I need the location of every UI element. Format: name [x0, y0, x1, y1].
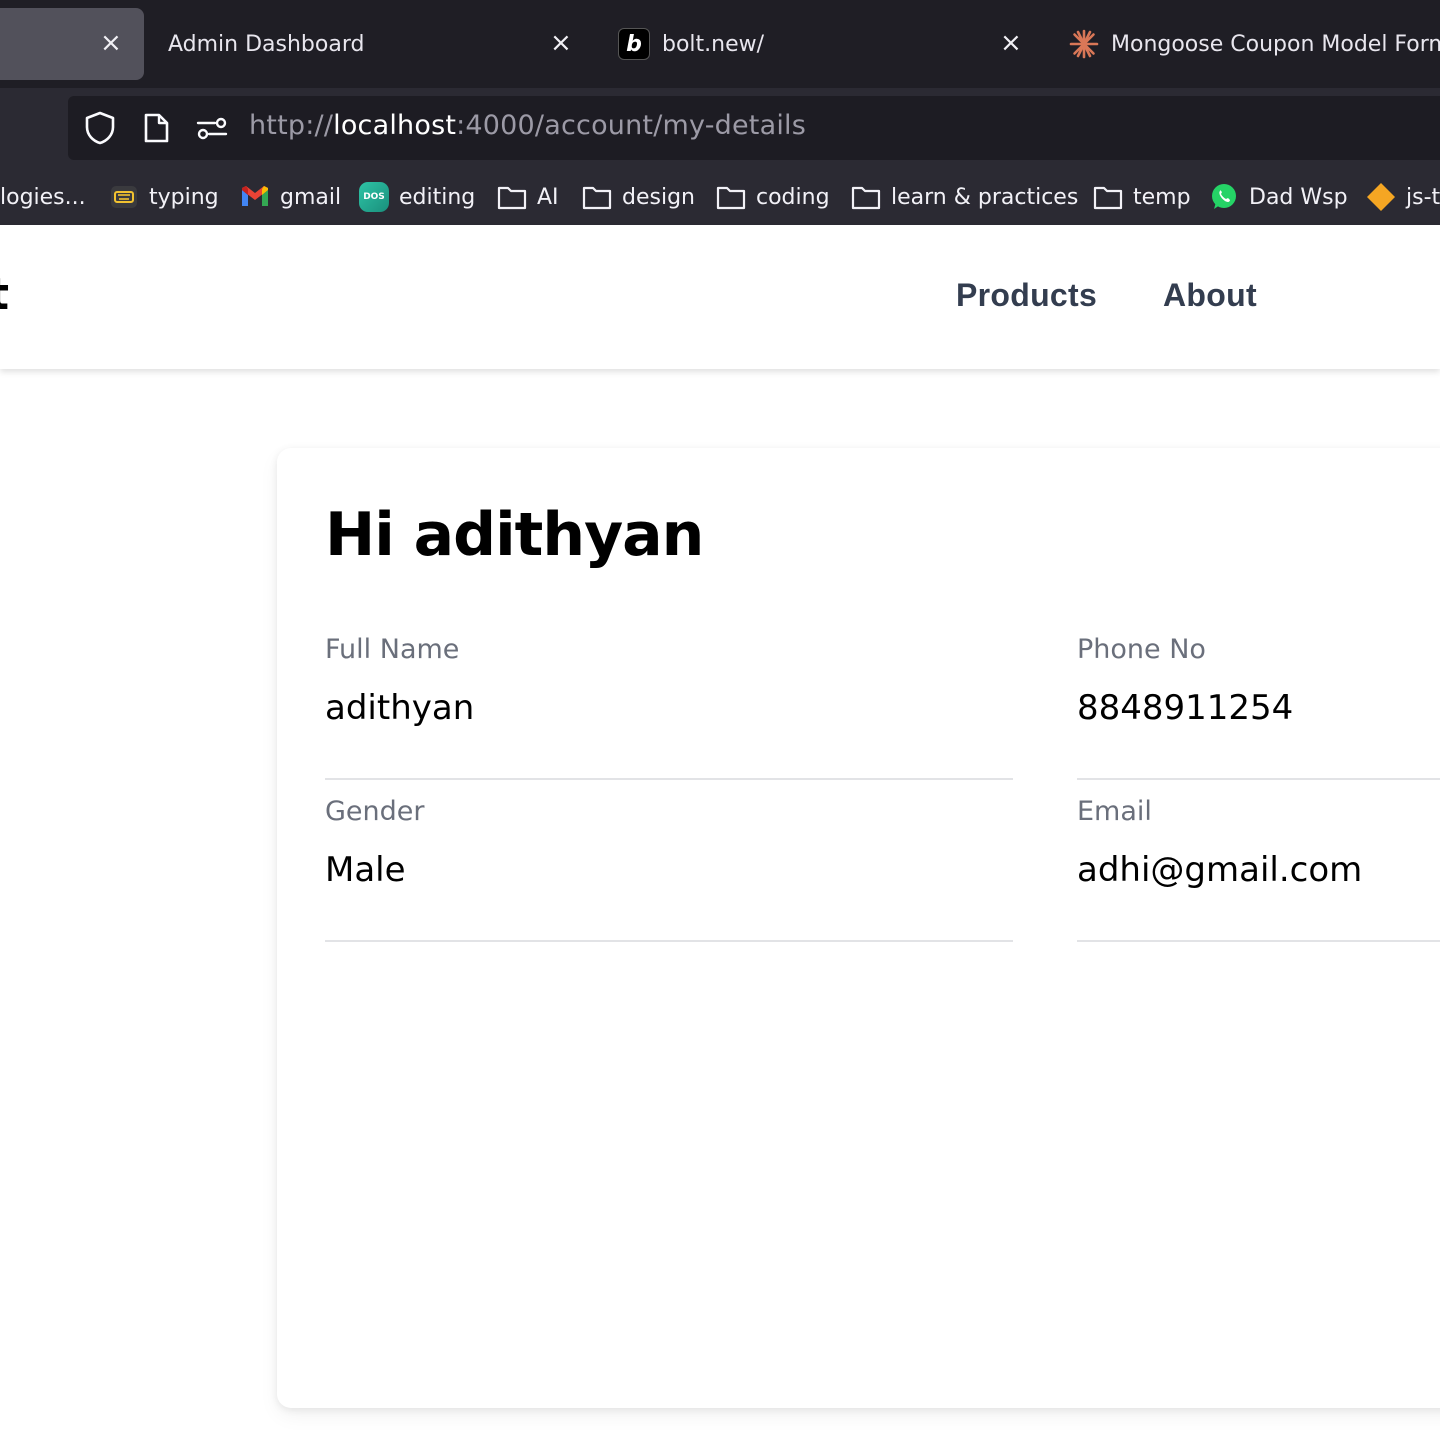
email-field: Email adhi@gmail.com — [1077, 796, 1440, 942]
bookmark-label: Dad Wsp — [1249, 184, 1348, 210]
tab-title: Admin Dashboard — [168, 31, 365, 57]
claude-favicon-icon — [1068, 28, 1100, 60]
email-label: Email — [1077, 796, 1152, 827]
full-name-label: Full Name — [325, 634, 460, 665]
bookmark-dad-wsp[interactable]: Dad Wsp — [1209, 180, 1348, 214]
dos-icon: DOS — [359, 182, 389, 212]
bolt-favicon-icon: b — [618, 28, 650, 60]
bookmark-folder-coding[interactable]: coding — [716, 180, 830, 214]
tab-bolt[interactable]: b bolt.new/ × — [618, 8, 1038, 80]
whatsapp-icon — [1209, 182, 1239, 212]
email-value: adhi@gmail.com — [1077, 850, 1363, 890]
gender-label: Gender — [325, 796, 425, 827]
url-text[interactable]: http://localhost:4000/account/my-details — [249, 110, 806, 141]
close-tab-icon[interactable]: × — [550, 30, 572, 56]
tab-mongoose-coupon[interactable]: Mongoose Coupon Model Form — [1068, 8, 1440, 80]
url-bar[interactable]: http://localhost:4000/account/my-details — [68, 96, 1440, 160]
folder-icon — [497, 182, 527, 212]
folder-icon — [582, 182, 612, 212]
folder-icon — [851, 182, 881, 212]
full-name-value: adithyan — [325, 688, 475, 728]
phone-field: Phone No 8848911254 — [1077, 634, 1440, 780]
bookmark-folder-learn[interactable]: learn & practices — [851, 180, 1078, 214]
bookmark-js[interactable]: js-t — [1366, 180, 1440, 214]
folder-icon — [716, 182, 746, 212]
nav-about-link[interactable]: About — [1163, 277, 1257, 314]
page-icon[interactable] — [138, 110, 174, 146]
nav-products-link[interactable]: Products — [956, 277, 1097, 314]
gender-field: Gender Male — [325, 796, 1013, 942]
tab-bar: × Admin Dashboard × b bolt.new/ × Mongoo… — [0, 0, 1440, 88]
bookmark-technologies[interactable]: logies... — [0, 180, 86, 214]
bookmarks-bar: logies... typing gmail DOS editing AI de… — [0, 168, 1440, 225]
bookmark-label: learn & practices — [891, 184, 1079, 210]
bookmark-label: coding — [756, 184, 830, 210]
bookmark-label: typing — [149, 184, 219, 210]
bookmark-label: logies... — [0, 184, 86, 210]
url-scheme: http:// — [249, 110, 334, 141]
bookmark-label: gmail — [280, 184, 342, 210]
bookmark-label: js-t — [1406, 184, 1440, 210]
url-host: localhost — [333, 110, 457, 141]
close-tab-icon[interactable]: × — [1000, 30, 1022, 56]
keyboard-icon — [109, 182, 139, 212]
permissions-icon[interactable] — [194, 110, 230, 146]
gmail-icon — [240, 182, 270, 212]
bookmark-editing[interactable]: DOS editing — [359, 180, 475, 214]
bookmark-folder-design[interactable]: design — [582, 180, 695, 214]
bookmark-label: AI — [537, 184, 559, 210]
dos-icon-text: DOS — [363, 192, 385, 202]
account-details-card: Hi adithyan Full Name adithyan Phone No … — [277, 448, 1440, 1408]
site-header: t Products About — [0, 225, 1440, 369]
bookmark-typing[interactable]: typing — [109, 180, 219, 214]
diamond-icon — [1366, 182, 1396, 212]
bookmark-folder-temp[interactable]: temp — [1093, 180, 1191, 214]
bookmark-label: editing — [399, 184, 476, 210]
greeting-heading: Hi adithyan — [325, 500, 704, 570]
bookmark-label: temp — [1133, 184, 1191, 210]
gender-value: Male — [325, 850, 406, 890]
tab-title: Mongoose Coupon Model Form — [1111, 31, 1440, 57]
tab-admin-dashboard[interactable]: Admin Dashboard × — [168, 8, 588, 80]
close-tab-icon[interactable]: × — [100, 30, 122, 56]
navigation-toolbar: http://localhost:4000/account/my-details — [0, 88, 1440, 168]
tab-title: bolt.new/ — [662, 31, 765, 57]
brand-logo[interactable]: t — [0, 269, 9, 320]
tab-active[interactable]: × — [0, 8, 144, 80]
bookmark-label: design — [622, 184, 695, 210]
shield-icon[interactable] — [82, 110, 118, 146]
bookmark-gmail[interactable]: gmail — [240, 180, 341, 214]
phone-value: 8848911254 — [1077, 688, 1294, 728]
phone-label: Phone No — [1077, 634, 1206, 665]
folder-icon — [1093, 182, 1123, 212]
url-path: :4000/account/my-details — [456, 110, 806, 141]
bookmark-folder-ai[interactable]: AI — [497, 180, 559, 214]
full-name-field: Full Name adithyan — [325, 634, 1013, 780]
